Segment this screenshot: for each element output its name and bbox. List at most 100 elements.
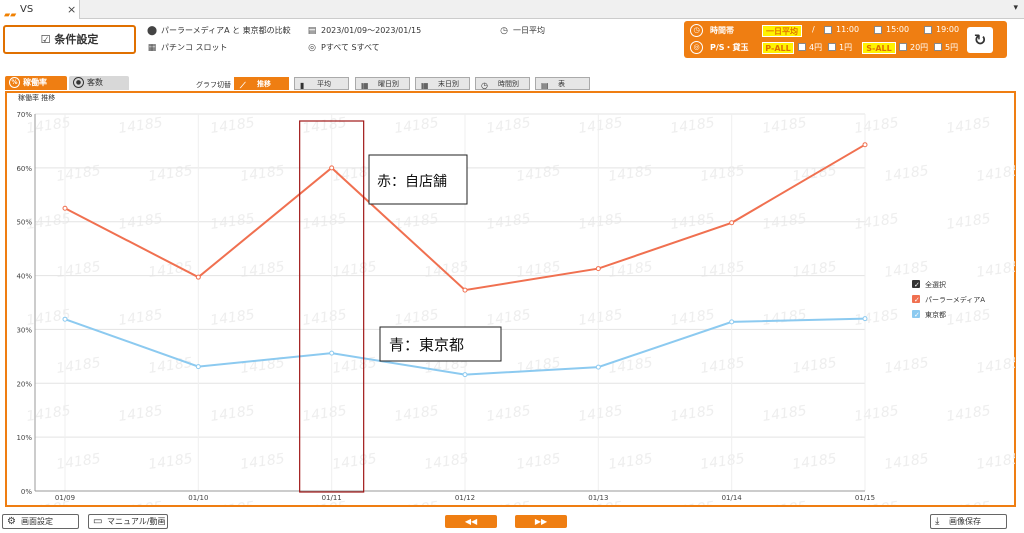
graph-btn-trend[interactable]: ⟋ 推移 — [234, 77, 289, 90]
tab-customers-label: 客数 — [87, 78, 103, 87]
screen-settings-button[interactable]: ⚙ 画面設定 — [2, 514, 79, 529]
check-icon: ✓ — [914, 311, 920, 319]
s-all-chip[interactable]: S-ALL — [862, 42, 896, 54]
date-range-text: 2023/01/09～2023/01/15 — [321, 26, 422, 35]
watermark-text: 14185 — [147, 451, 193, 473]
watermark-text: 14185 — [577, 403, 623, 425]
s-rate-checkbox-20[interactable] — [899, 43, 907, 51]
watermark-text: 14185 — [883, 355, 929, 377]
time-checkbox-1500[interactable] — [874, 26, 882, 34]
manual-video-button[interactable]: ▭ マニュアル/動画 — [88, 514, 168, 529]
close-icon[interactable]: × — [67, 0, 76, 19]
watermark-text: 14185 — [669, 403, 715, 425]
graph-btn-table[interactable]: ▤ 表 — [535, 77, 590, 90]
watermark-text: 14185 — [607, 163, 653, 185]
p-rate-label-1: 1円 — [839, 43, 853, 52]
rate-label: P/S・貸玉 — [710, 43, 749, 52]
graph-btn-last-digit[interactable]: ▦ 末日別 — [415, 77, 470, 90]
watermark-text: 14185 — [669, 499, 715, 505]
graph-btn-hourly[interactable]: ◷ 時間別 — [475, 77, 530, 90]
data-point — [595, 266, 601, 272]
watermark-text: 14185 — [209, 499, 255, 505]
tab-operation-rate-label: 稼働率 — [23, 78, 47, 87]
graph-btn-weekday[interactable]: ▦ 曜日別 — [355, 77, 410, 90]
data-point — [195, 364, 201, 370]
watermark-text: 14185 — [975, 355, 1015, 377]
time-label-1900: 19:00 — [936, 25, 960, 34]
y-tick-label: 20% — [16, 380, 32, 388]
data-point — [862, 142, 868, 148]
watermark-text: 14185 — [761, 499, 807, 505]
location-pin-icon: ⬤ — [147, 26, 158, 36]
time-checkbox-1100[interactable] — [824, 26, 832, 34]
condition-settings-button[interactable]: ☑ 条件設定 — [3, 25, 136, 54]
rate-row: ◎ P/S・貸玉 P-ALL 4円 1円 S-ALL 20円 5円 — [684, 41, 964, 56]
time-checkbox-1900[interactable] — [924, 26, 932, 34]
watermark-text: 14185 — [55, 355, 101, 377]
p-all-chip[interactable]: P-ALL — [762, 42, 794, 54]
watermark-text: 14185 — [699, 451, 745, 473]
watermark-text: 14185 — [791, 451, 837, 473]
machine-icon: ▦ — [147, 43, 157, 53]
average-mode-text: 一日平均 — [513, 26, 545, 35]
watermark-text: 14185 — [485, 115, 531, 137]
machine-type-text: パチンコ スロット — [161, 43, 228, 52]
watermark-text: 14185 — [301, 307, 347, 329]
watermark-text: 14185 — [515, 451, 561, 473]
graph-btn-average[interactable]: ▮ 平均 — [294, 77, 349, 90]
watermark-text: 14185 — [239, 163, 285, 185]
watermark-text: 14185 — [761, 115, 807, 137]
p-rate-label-4: 4円 — [809, 43, 823, 52]
s-rate-label-5: 5円 — [945, 43, 959, 52]
condition-settings-label: 条件設定 — [54, 33, 99, 46]
manual-video-label: マニュアル/動画 — [107, 517, 166, 526]
tab-menu-icon[interactable]: ▾ — [1013, 3, 1018, 13]
tab-customers[interactable]: ● 客数 — [69, 76, 129, 90]
watermark-text: 14185 — [331, 355, 377, 377]
data-point — [595, 364, 601, 370]
y-tick-label: 10% — [16, 434, 32, 442]
watermark-text: 14185 — [393, 115, 439, 137]
watermark-text: 14185 — [577, 307, 623, 329]
line-chart: 14185 14185 14185 14185 14185 14185 14185 14185… — [16, 111, 1015, 505]
data-point — [729, 319, 735, 325]
data-point — [329, 165, 335, 171]
watermark-text: 14185 — [699, 259, 745, 281]
p-rate-checkbox-1[interactable] — [828, 43, 836, 51]
average-mode-info: ◷ 一日平均 — [499, 25, 545, 36]
watermark-text: 14185 — [607, 451, 653, 473]
watermark-text: 14185 — [331, 259, 377, 281]
data-point — [329, 350, 335, 356]
watermark-text: 14185 — [791, 355, 837, 377]
watermark-text: 14185 — [975, 163, 1015, 185]
watermark-text: 14185 — [883, 259, 929, 281]
s-rate-label-20: 20円 — [910, 43, 929, 52]
monitor-icon: ▭ — [93, 516, 103, 527]
watermark-text: 14185 — [515, 355, 561, 377]
tab-vs[interactable]: ▰▰ VS × — [0, 0, 80, 19]
percent-icon: % — [9, 77, 20, 88]
watermark-text: 14185 — [607, 355, 653, 377]
filter-panel: ◷ 時間帯 一日平均 / 11:00 15:00 19:00 ◎ P/S・貸玉 … — [684, 21, 1007, 58]
screen-settings-label: 画面設定 — [21, 517, 53, 526]
p-rate-checkbox-4[interactable] — [798, 43, 806, 51]
graph-btn-average-label: 平均 — [317, 80, 331, 88]
prev-button[interactable]: ◀◀ — [445, 515, 497, 528]
tab-operation-rate[interactable]: % 稼働率 — [5, 76, 67, 90]
separator: / — [812, 25, 815, 34]
data-point — [462, 372, 468, 378]
save-image-button[interactable]: ⤓ 画像保存 — [930, 514, 1007, 529]
watermark-text: 14185 — [209, 403, 255, 425]
refresh-button[interactable]: ↻ — [967, 27, 993, 53]
machine-type-info: ▦ パチンコ スロット — [147, 42, 228, 53]
comparison-info: ⬤ パーラーメディアA と 東京都の比較 — [147, 25, 291, 36]
watermark-text: 14185 — [331, 451, 377, 473]
time-chip-daily-average[interactable]: 一日平均 — [762, 25, 802, 37]
next-button[interactable]: ▶▶ — [515, 515, 567, 528]
watermark-text: 14185 — [423, 259, 469, 281]
x-tick-label: 01/15 — [855, 494, 875, 502]
watermark-text: 14185 — [301, 403, 347, 425]
s-rate-checkbox-5[interactable] — [934, 43, 942, 51]
graph-btn-trend-label: 推移 — [257, 80, 271, 88]
legend-label: 全選択 — [925, 280, 946, 289]
